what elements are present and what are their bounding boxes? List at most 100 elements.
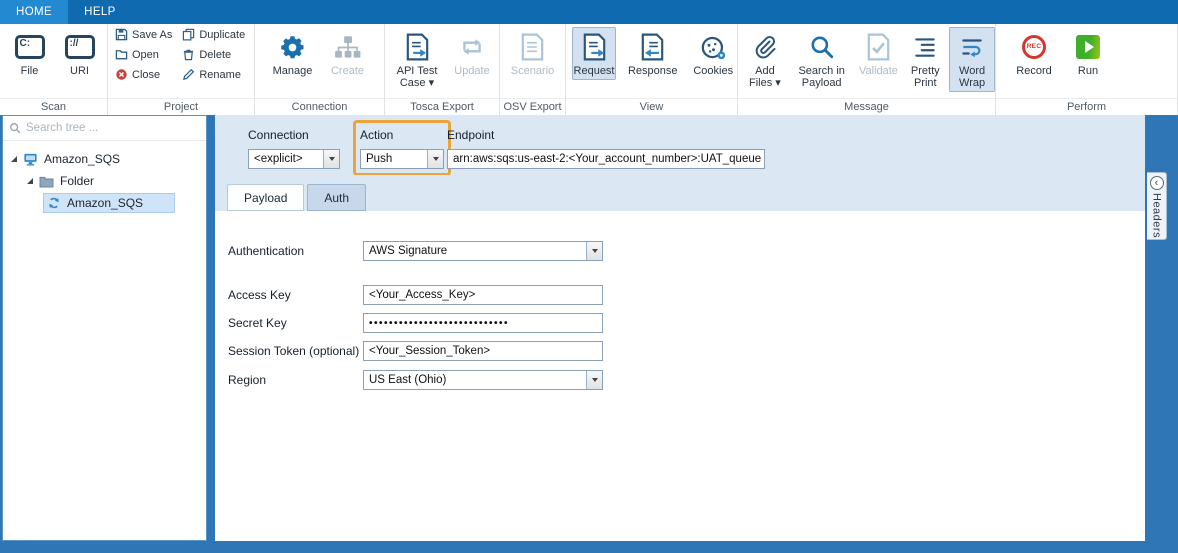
document-export-icon	[405, 33, 430, 61]
region-dropdown-arrow-icon[interactable]	[586, 371, 602, 389]
update-button[interactable]: Update	[449, 27, 495, 80]
ribbon-group-project: Save As Open Close	[108, 24, 255, 115]
run-play-icon	[1076, 35, 1100, 59]
headers-side-tab[interactable]: ‹ Headers	[1147, 172, 1167, 240]
tab-home[interactable]: HOME	[0, 0, 68, 24]
open-folder-icon	[115, 48, 128, 61]
rename-label: Rename	[199, 69, 241, 81]
secret-key-value: ••••••••••••••••••••••••••••	[369, 318, 509, 329]
connection-value: <explicit>	[249, 153, 323, 165]
tree-node-root-label: Amazon_SQS	[44, 152, 120, 166]
folder-icon	[39, 175, 54, 188]
group-label-view: View	[566, 98, 737, 115]
open-label: Open	[132, 49, 159, 61]
file-button[interactable]: C: File	[8, 27, 52, 80]
cookies-button[interactable]: Cookies	[689, 27, 737, 80]
close-button[interactable]: Close	[112, 67, 175, 82]
group-label-project: Project	[108, 98, 254, 115]
access-key-input[interactable]: <Your_Access_Key>	[363, 285, 603, 305]
file-button-label: File	[21, 65, 39, 77]
uri-button-label: URI	[70, 65, 89, 77]
session-token-input[interactable]: <Your_Session_Token>	[363, 341, 603, 361]
ribbon-group-message: Add Files ▾ Search in Payload	[738, 24, 996, 115]
tree-node-folder-label: Folder	[60, 174, 94, 188]
response-label: Response	[628, 65, 678, 77]
sync-arrows-icon	[47, 196, 61, 210]
group-label-tosca-export: Tosca Export	[385, 98, 499, 115]
record-button[interactable]: REC Record	[1010, 27, 1058, 80]
tab-help[interactable]: HELP	[68, 0, 132, 24]
open-button[interactable]: Open	[112, 47, 175, 62]
api-test-case-button[interactable]: API Test Case ▾	[389, 27, 445, 92]
group-label-perform: Perform	[996, 98, 1177, 115]
duplicate-icon	[182, 28, 195, 41]
create-connection-button[interactable]: Create	[325, 27, 371, 80]
secret-key-label: Secret Key	[228, 316, 287, 330]
expand-headers-chevron-icon[interactable]: ‹	[1150, 176, 1164, 190]
action-dropdown-arrow-icon[interactable]	[427, 150, 443, 168]
expander-icon[interactable]	[11, 156, 17, 162]
tree-node-message[interactable]: Amazon_SQS	[3, 192, 206, 214]
action-select[interactable]: Push	[360, 149, 444, 169]
connection-dropdown-arrow-icon[interactable]	[323, 150, 339, 168]
pretty-print-lines-icon	[912, 34, 938, 60]
rename-button[interactable]: Rename	[179, 67, 248, 82]
authentication-dropdown-arrow-icon[interactable]	[586, 242, 602, 260]
request-document-icon	[582, 33, 607, 61]
access-key-label: Access Key	[228, 288, 291, 302]
uri-icon: ://	[65, 35, 95, 59]
auth-tab-content: Authentication AWS Signature Access Key …	[215, 211, 1145, 541]
tree-node-root[interactable]: Amazon_SQS	[3, 148, 206, 170]
add-files-label: Add Files ▾	[745, 65, 785, 89]
record-icon: REC	[1022, 35, 1046, 59]
delete-button[interactable]: Delete	[179, 47, 248, 62]
add-files-button[interactable]: Add Files ▾	[742, 27, 788, 92]
session-token-value: <Your_Session_Token>	[369, 345, 490, 357]
response-button[interactable]: Response	[624, 27, 681, 80]
scenario-button[interactable]: Scenario	[504, 27, 562, 80]
authentication-select[interactable]: AWS Signature	[363, 241, 603, 261]
connection-select[interactable]: <explicit>	[248, 149, 340, 169]
api-test-case-label: API Test Case ▾	[392, 65, 442, 89]
trash-icon	[182, 48, 195, 61]
request-label: Request	[574, 65, 615, 77]
ribbon-group-scan: C: File :// URI Scan	[0, 24, 108, 115]
run-label: Run	[1078, 65, 1098, 77]
connection-banner: Connection <explicit> Action Push Endpoi…	[215, 115, 1145, 175]
search-in-payload-label: Search in Payload	[793, 65, 851, 89]
ribbon-group-view: Request Response	[566, 24, 738, 115]
api-scan-window: HOME HELP C: File :// URI Scan	[0, 0, 1178, 553]
expander-icon[interactable]	[27, 178, 33, 184]
tab-auth[interactable]: Auth	[307, 184, 366, 211]
response-document-icon	[640, 33, 665, 61]
region-select[interactable]: US East (Ohio)	[363, 370, 603, 390]
tree-search-input[interactable]	[26, 122, 186, 134]
ribbon-group-perform: REC Record Run Perform	[996, 24, 1178, 115]
duplicate-button[interactable]: Duplicate	[179, 27, 248, 42]
search-in-payload-button[interactable]: Search in Payload	[790, 27, 854, 92]
tree-node-folder[interactable]: Folder	[3, 170, 206, 192]
save-as-button[interactable]: Save As	[112, 27, 175, 42]
file-drive-icon: C:	[15, 35, 45, 59]
selected-tree-item[interactable]: Amazon_SQS	[43, 193, 175, 213]
run-button[interactable]: Run	[1068, 27, 1108, 80]
pretty-print-label: Pretty Print	[906, 65, 944, 89]
pretty-print-button[interactable]: Pretty Print	[903, 27, 947, 92]
tree-sidebar: Amazon_SQS Folder Amazon_SQS	[2, 115, 207, 541]
group-label-message: Message	[738, 98, 995, 115]
validate-label: Validate	[859, 65, 898, 77]
secret-key-input[interactable]: ••••••••••••••••••••••••••••	[363, 313, 603, 333]
endpoint-input[interactable]: arn:aws:sqs:us-east-2:<Your_account_numb…	[447, 149, 765, 169]
validate-button[interactable]: Validate	[856, 27, 902, 80]
manage-connection-button[interactable]: Manage	[269, 27, 317, 80]
word-wrap-button[interactable]: Word Wrap	[949, 27, 995, 92]
tree-search-icon	[9, 122, 21, 134]
create-label: Create	[331, 65, 364, 77]
request-button[interactable]: Request	[572, 27, 616, 80]
scan-tree: Amazon_SQS Folder Amazon_SQS	[3, 141, 206, 214]
payload-auth-tabstrip: Payload Auth	[215, 175, 1145, 211]
tab-payload[interactable]: Payload	[227, 184, 304, 211]
action-label: Action	[360, 128, 393, 142]
authentication-value: AWS Signature	[364, 245, 586, 257]
uri-button[interactable]: :// URI	[60, 27, 100, 80]
